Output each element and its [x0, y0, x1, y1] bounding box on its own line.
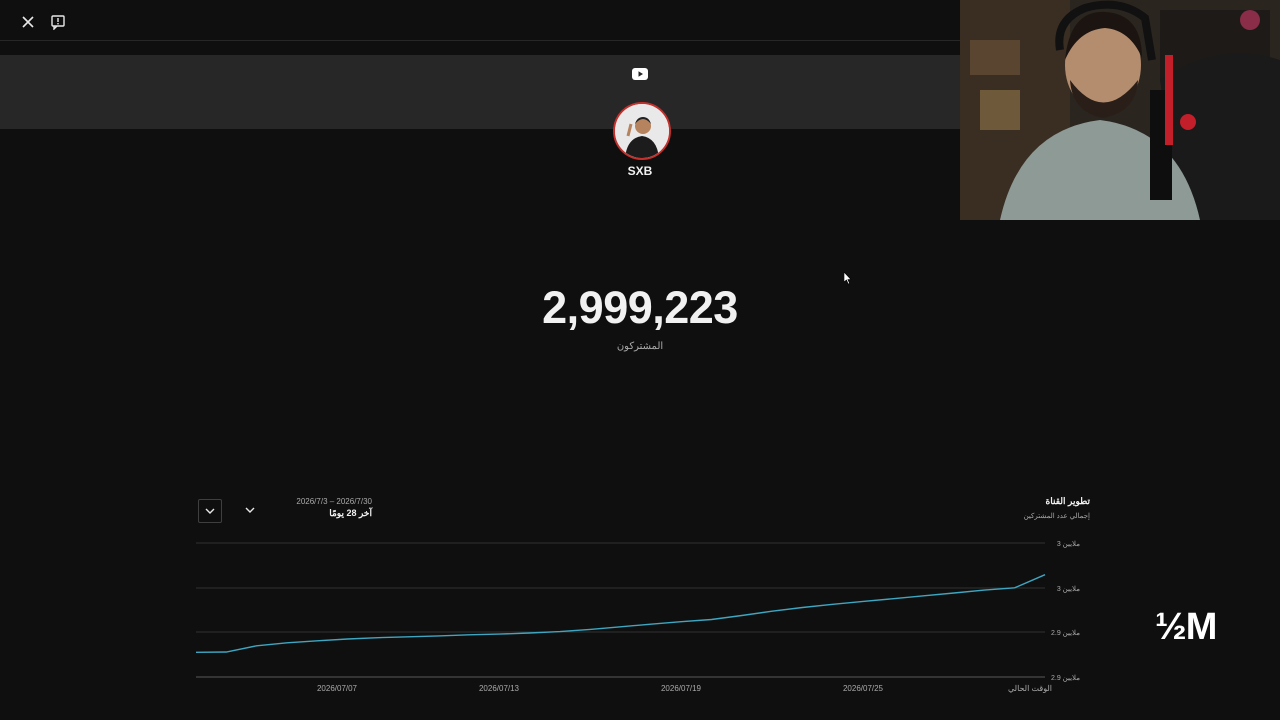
close-icon[interactable]: [16, 10, 40, 34]
x-tick-label: 2026/07/07: [317, 684, 358, 693]
webcam-overlay: [960, 0, 1280, 220]
y-tick-label: 3 ملايين: [1057, 540, 1080, 548]
x-tick-label: 2026/07/13: [479, 684, 520, 693]
channel-name[interactable]: SXB: [560, 164, 720, 178]
chart-title: تطوير القناة: [1045, 496, 1090, 506]
period-label: آخر 28 يومًا: [329, 508, 372, 518]
date-range-text: 2026/7/3 – 2026/7/30: [296, 497, 372, 506]
channel-avatar[interactable]: [613, 102, 671, 160]
subscriber-count: 2,999,223: [542, 282, 738, 333]
half-million-badge: ½M: [1155, 606, 1217, 648]
feedback-icon[interactable]: [46, 10, 70, 34]
x-tick-label: 2026/07/25: [843, 684, 884, 693]
subscriber-chart: 3 ملايين 3 ملايين 2.9 ملايين 2.9 ملايين 2026…: [195, 540, 1080, 693]
subscriber-label: المشترکون: [616, 341, 664, 352]
subscriber-series-line: [195, 574, 1046, 653]
mouse-cursor-icon: [843, 271, 852, 290]
chart-subtitle: إجمالي عدد المشتركين: [1023, 513, 1090, 520]
youtube-logo-icon: [632, 67, 648, 80]
y-tick-label: 2.9 ملايين: [1051, 629, 1080, 637]
date-range-dropdown[interactable]: [198, 499, 222, 523]
x-tick-label: الوقت الحالي: [1008, 684, 1052, 693]
x-tick-label: 2026/07/19: [661, 684, 702, 693]
y-tick-label: 2.9 ملايين: [1051, 674, 1080, 682]
top-bar: [0, 0, 960, 41]
channel-banner: [0, 55, 960, 129]
y-tick-label: 3 ملايين: [1057, 585, 1080, 593]
